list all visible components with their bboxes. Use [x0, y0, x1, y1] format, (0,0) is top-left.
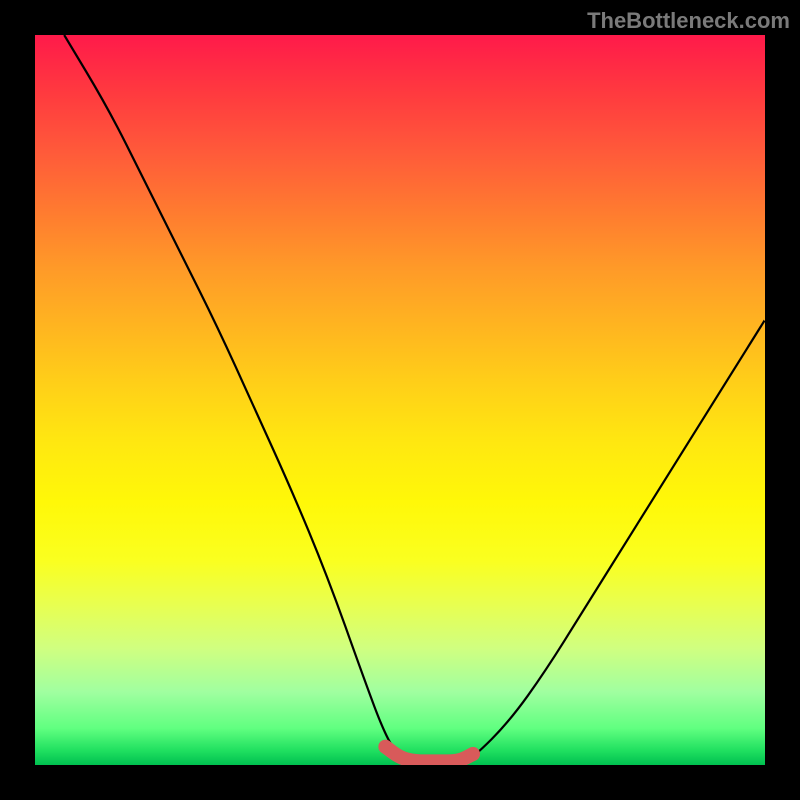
- highlight-dot-right: [466, 747, 480, 761]
- chart-container: TheBottleneck.com: [0, 0, 800, 800]
- curve-svg: [35, 35, 765, 765]
- highlight-dot-left: [378, 740, 392, 754]
- highlight-zone-path: [385, 747, 473, 762]
- bottleneck-curve-path: [64, 35, 765, 765]
- plot-area: [35, 35, 765, 765]
- watermark-text: TheBottleneck.com: [587, 8, 790, 34]
